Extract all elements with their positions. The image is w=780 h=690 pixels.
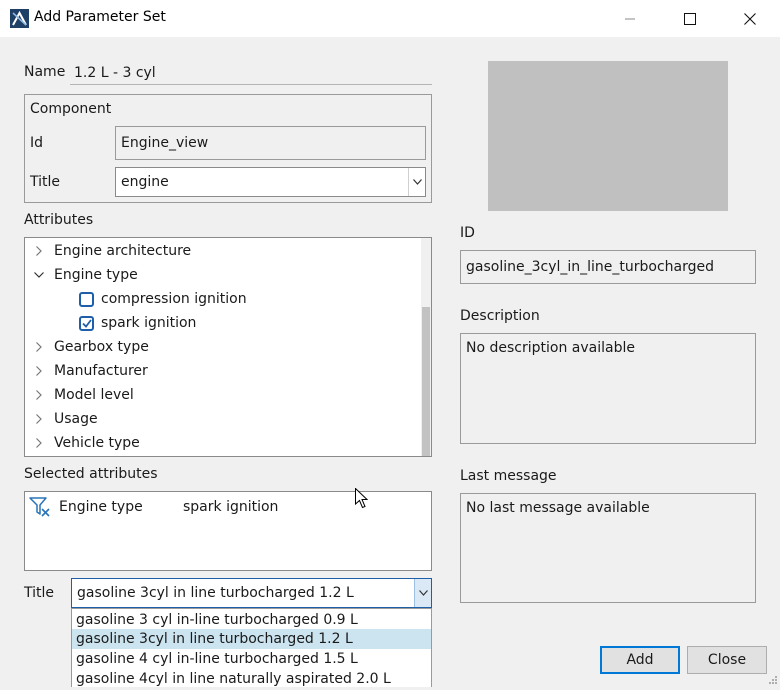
chevron-right-icon[interactable] [27,383,51,407]
id-value: gasoline_3cyl_in_line_turbocharged [466,259,715,275]
tree-item-label: Engine architecture [54,243,192,259]
resize-grip-icon[interactable] [766,674,778,690]
component-heading: Component [30,101,112,117]
component-title-label: Title [30,174,61,190]
minimize-button[interactable] [600,0,660,37]
tree-item-manufacturer[interactable]: Manufacturer [27,359,148,383]
name-input[interactable]: 1.2 L - 3 cyl [70,62,432,85]
dropdown-option-selected[interactable]: gasoline 3cyl in line turbocharged 1.2 L [72,629,431,649]
title-select-dropdown-button[interactable] [414,579,431,607]
chevron-down-icon [412,179,422,185]
app-logo-icon [10,9,29,28]
chevron-down-icon[interactable] [27,263,51,287]
name-label: Name [24,64,66,80]
add-button[interactable]: Add [600,646,680,674]
tree-item-label: spark ignition [101,315,197,331]
dropdown-option[interactable]: gasoline 4 cyl in-line turbocharged 1.5 … [72,649,431,669]
tree-item-spark-ignition[interactable]: spark ignition [79,311,196,335]
dropdown-option[interactable]: gasoline 4cyl in line naturally aspirate… [72,669,431,689]
chevron-right-icon[interactable] [27,239,51,263]
title-select-label: Title [24,585,55,601]
tree-item-engine-type[interactable]: Engine type [27,263,138,287]
chevron-right-icon[interactable] [27,407,51,431]
component-title-select[interactable]: engine [115,167,426,197]
close-window-button[interactable] [720,0,780,37]
component-title-value: engine [121,174,169,190]
window-title: Add Parameter Set [34,9,166,25]
tree-item-compression-ignition[interactable]: compression ignition [79,287,247,311]
description-value: No description available [466,340,635,356]
attributes-label: Attributes [24,212,94,228]
chevron-right-icon[interactable] [27,335,51,359]
tree-item-label: Vehicle type [54,435,140,451]
mouse-cursor-icon [355,487,369,513]
selected-attributes-list: Engine type spark ignition [24,491,432,571]
dropdown-option[interactable]: gasoline 3 cyl in-line turbocharged 0.9 … [72,610,431,630]
close-button[interactable]: Close [687,646,767,674]
filter-remove-icon[interactable] [29,496,51,522]
maximize-button[interactable] [660,0,720,37]
tree-item-label: Usage [54,411,98,427]
description-field: No description available [460,333,756,444]
selected-attribute-name: Engine type [59,499,143,515]
checkbox-unchecked[interactable] [79,291,94,307]
component-id-field: Engine_view [115,126,426,160]
checkbox-checked[interactable] [79,315,94,331]
tree-item-usage[interactable]: Usage [27,407,98,431]
name-value: 1.2 L - 3 cyl [74,65,156,81]
close-icon [744,12,756,25]
selected-attribute-value: spark ignition [183,499,279,515]
chevron-right-icon[interactable] [27,431,51,455]
tree-item-label: Manufacturer [54,363,148,379]
selected-attributes-label: Selected attributes [24,466,158,482]
tree-item-label: Model level [54,387,134,403]
last-message-label: Last message [460,468,557,484]
preview-image-placeholder [488,61,728,211]
tree-item-label: Gearbox type [54,339,149,355]
last-message-field: No last message available [460,493,756,603]
attributes-scrollbar-thumb[interactable] [422,307,430,456]
maximize-icon [684,12,696,25]
title-select-value: gasoline 3cyl in line turbocharged 1.2 L [77,585,354,601]
tree-item-gearbox-type[interactable]: Gearbox type [27,335,149,359]
tree-item-engine-architecture[interactable]: Engine architecture [27,239,191,263]
chevron-down-icon [418,590,428,596]
tree-item-model-level[interactable]: Model level [27,383,134,407]
id-field: gasoline_3cyl_in_line_turbocharged [460,250,756,284]
title-select[interactable]: gasoline 3cyl in line turbocharged 1.2 L [71,578,432,608]
component-id-label: Id [30,135,44,151]
minimize-icon [625,18,635,19]
chevron-right-icon[interactable] [27,359,51,383]
description-label: Description [460,308,540,324]
check-icon [81,318,92,328]
id-label: ID [460,225,475,241]
component-title-dropdown-button[interactable] [408,168,425,196]
last-message-value: No last message available [466,500,650,516]
tree-item-label: compression ignition [101,291,247,307]
tree-item-vehicle-type[interactable]: Vehicle type [27,431,140,455]
component-id-value: Engine_view [121,135,209,151]
title-dropdown-list: gasoline 3 cyl in-line turbocharged 0.9 … [71,608,432,687]
tree-item-label: Engine type [54,267,138,283]
attributes-tree[interactable]: Engine architecture Engine type compress… [24,237,432,457]
